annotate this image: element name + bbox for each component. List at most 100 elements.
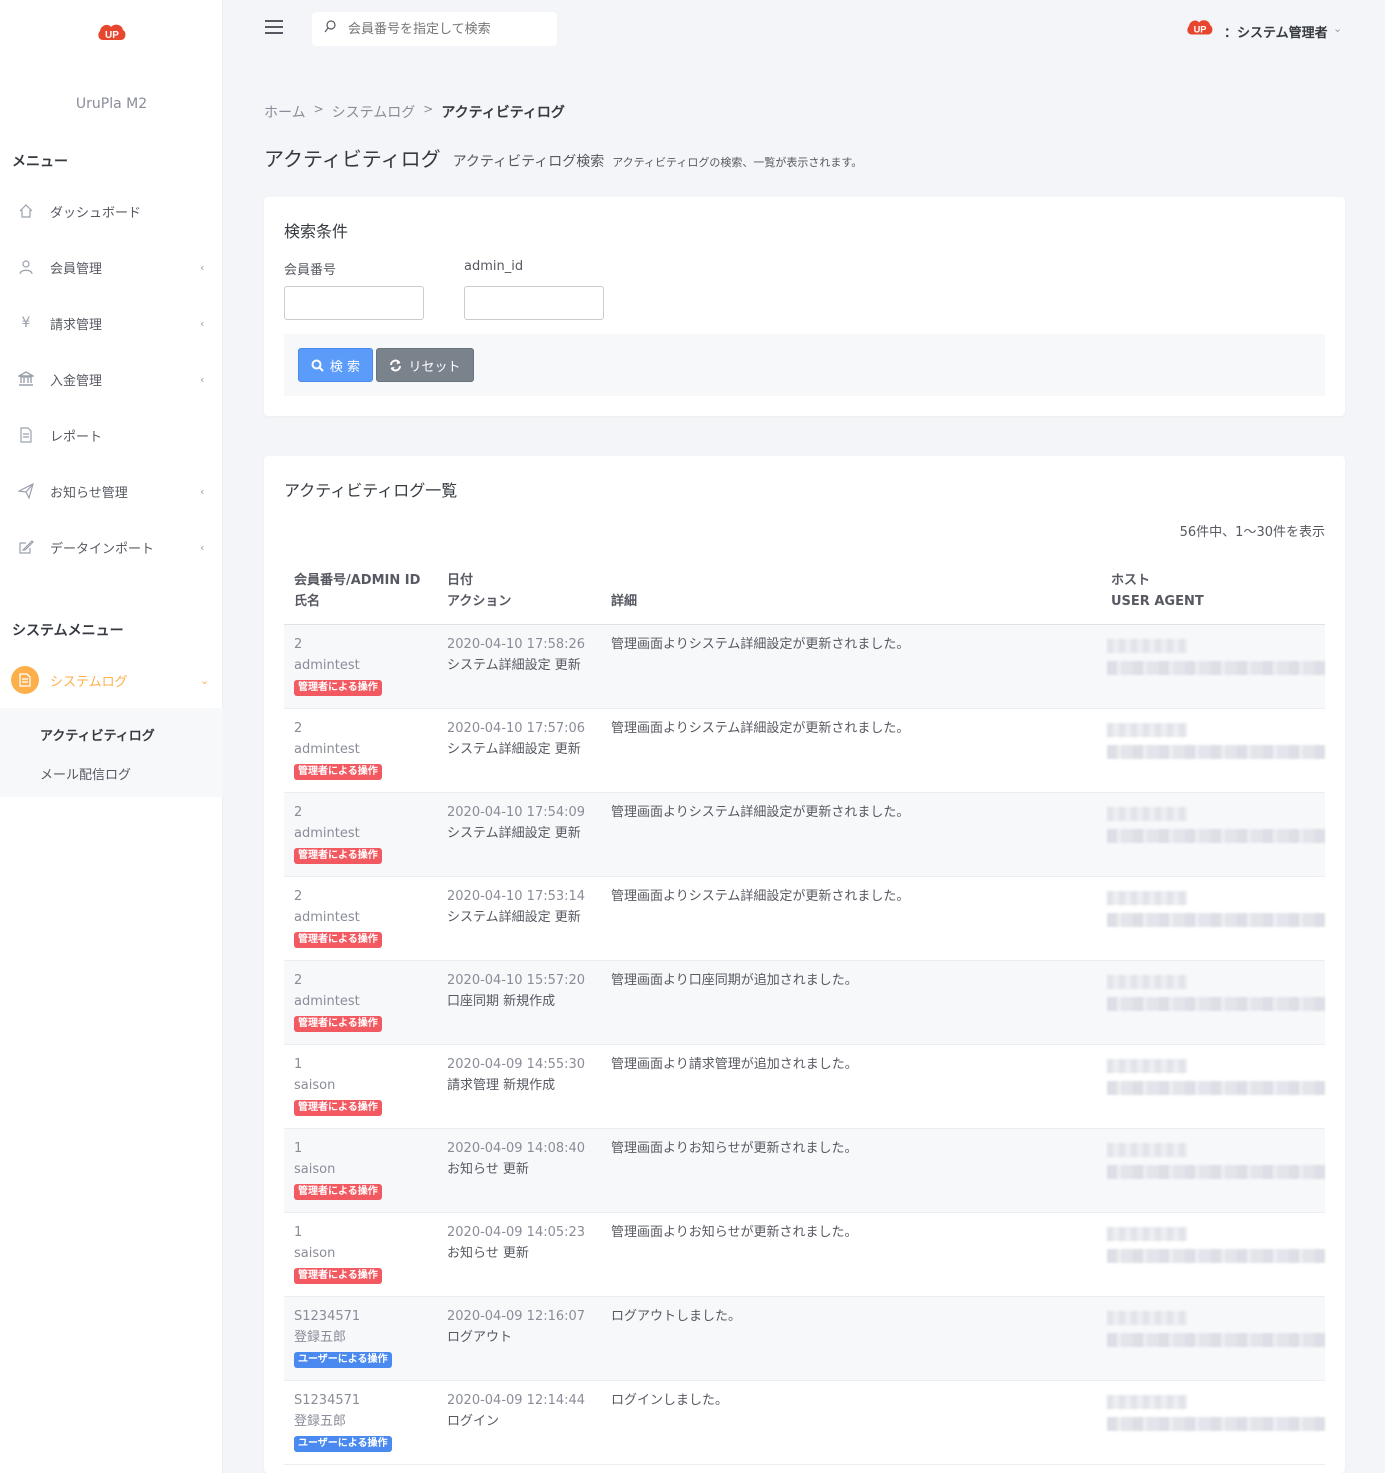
- member-name: saison: [294, 1162, 336, 1177]
- breadcrumb: ホーム > システムログ > アクティビティログ: [264, 102, 565, 122]
- date-action-cell: 2020-04-10 17:54:09 システム詳細設定 更新: [447, 802, 585, 844]
- activity-log-card: アクティビティログ一覧 56件中、1〜30件を表示 会員番号/ADMIN ID …: [264, 456, 1345, 1473]
- table-row[interactable]: 1 saison 管理者による操作 2020-04-09 14:55:30 請求管理 新…: [284, 1045, 1325, 1129]
- sidebar-item-payments[interactable]: 入金管理 ‹: [0, 359, 223, 399]
- breadcrumb-separator: >: [423, 102, 434, 116]
- file-icon: [11, 666, 39, 694]
- sidebar-item-members[interactable]: 会員管理 ‹: [0, 247, 223, 287]
- detail-cell: 管理画面よりお知らせが更新されました。: [611, 1225, 858, 1240]
- member-name: saison: [294, 1246, 336, 1261]
- sidebar-item-data-import[interactable]: データインポート ‹: [0, 527, 223, 567]
- member-id: 1: [294, 1225, 303, 1240]
- host-user-agent-redacted: [1107, 631, 1325, 703]
- paper-plane-icon: [17, 482, 35, 500]
- chevron-left-icon: ‹: [200, 260, 205, 274]
- operation-badge: 管理者による操作: [294, 1016, 382, 1032]
- date-action-cell: 2020-04-09 14:55:30 請求管理 新規作成: [447, 1054, 585, 1096]
- search-button[interactable]: 検 索: [298, 348, 373, 382]
- breadcrumb-home[interactable]: ホーム: [264, 102, 306, 122]
- member-id: 1: [294, 1057, 303, 1072]
- member-id: 2: [294, 805, 303, 820]
- host-user-agent-redacted: [1107, 799, 1325, 871]
- sidebar-subitem-mail-log[interactable]: メール配信ログ: [40, 764, 131, 783]
- member-id: S1234571: [294, 1393, 361, 1408]
- page-header: アクティビティログ アクティビティログ検索 アクティビティログの検索、一覧が表示…: [264, 143, 862, 172]
- member-number-input[interactable]: [284, 286, 424, 320]
- chevron-down-icon[interactable]: ⌄: [1333, 22, 1342, 35]
- page-title: アクティビティログ: [264, 147, 441, 171]
- list-card-title: アクティビティログ一覧: [284, 481, 458, 500]
- detail-cell: 管理画面よりシステム詳細設定が更新されました。: [611, 721, 910, 736]
- breadcrumb-system-log[interactable]: システムログ: [332, 102, 416, 122]
- member-id-cell: 2 admintest 管理者による操作: [294, 634, 382, 697]
- log-date: 2020-04-10 17:57:06: [447, 721, 586, 736]
- table-row[interactable]: 1 saison 管理者による操作 2020-04-09 14:08:40 お知らせ 更…: [284, 1129, 1325, 1213]
- sidebar-item-system-log[interactable]: システムログ ⌄: [0, 660, 223, 700]
- detail-cell: 管理画面より請求管理が追加されました。: [611, 1057, 858, 1072]
- member-id-cell: 2 admintest 管理者による操作: [294, 886, 382, 949]
- sidebar-subitem-activity-log[interactable]: アクティビティログ: [40, 725, 155, 744]
- log-action: 口座同期 新規作成: [447, 994, 556, 1009]
- member-id: 2: [294, 889, 303, 904]
- user-avatar-logo-icon[interactable]: UP: [1185, 16, 1215, 40]
- search-icon[interactable]: [324, 20, 336, 37]
- hamburger-menu-icon[interactable]: [265, 20, 283, 34]
- log-date: 2020-04-09 14:08:40: [447, 1141, 586, 1156]
- sidebar-item-label: データインポート: [50, 541, 155, 557]
- sidebar-item-label: システムログ: [50, 674, 128, 690]
- operation-badge: 管理者による操作: [294, 680, 382, 696]
- date-action-cell: 2020-04-10 15:57:20 口座同期 新規作成: [447, 970, 585, 1012]
- detail-cell: 管理画面よりシステム詳細設定が更新されました。: [611, 805, 910, 820]
- member-id-cell: 1 saison 管理者による操作: [294, 1222, 382, 1285]
- operation-badge: 管理者による操作: [294, 1268, 382, 1284]
- member-name: admintest: [294, 658, 360, 673]
- chevron-left-icon: ‹: [200, 316, 205, 330]
- sidebar-item-notices[interactable]: お知らせ管理 ‹: [0, 471, 223, 511]
- operation-badge: ユーザーによる操作: [294, 1436, 392, 1452]
- table-row[interactable]: 2 admintest 管理者による操作 2020-04-10 17:58:26 システ…: [284, 625, 1325, 709]
- log-action: お知らせ 更新: [447, 1246, 529, 1261]
- member-name: 登録五郎: [294, 1414, 347, 1429]
- search-card: 検索条件 会員番号 admin_id 検 索 リセット: [264, 197, 1345, 416]
- sidebar-item-label: レポート: [50, 429, 103, 445]
- member-name: admintest: [294, 742, 360, 757]
- header-search: [312, 12, 557, 46]
- sidebar-item-label: 請求管理: [50, 317, 103, 333]
- host-user-agent-redacted: [1107, 967, 1325, 1039]
- search-input[interactable]: [348, 18, 548, 40]
- reset-button-label: リセット: [408, 359, 461, 375]
- reset-button[interactable]: リセット: [376, 348, 474, 382]
- table-row[interactable]: 1 saison 管理者による操作 2020-04-09 14:05:23 お知らせ 更…: [284, 1213, 1325, 1297]
- member-id-cell: 1 saison 管理者による操作: [294, 1054, 382, 1117]
- document-icon: [17, 426, 35, 444]
- sidebar-item-billing[interactable]: ¥ 請求管理 ‹: [0, 303, 223, 343]
- edit-icon: [17, 538, 35, 556]
- table-row[interactable]: S1234571 登録五郎ユーザーによる操作 2020-04-09 12:14:44…: [284, 1381, 1325, 1465]
- admin-id-input[interactable]: [464, 286, 604, 320]
- date-action-cell: 2020-04-10 17:58:26 システム詳細設定 更新: [447, 634, 585, 676]
- detail-cell: 管理画面より口座同期が追加されました。: [611, 973, 858, 988]
- table-row[interactable]: 2 admintest 管理者による操作 2020-04-10 15:57:20 口座同…: [284, 961, 1325, 1045]
- table-row[interactable]: S1234571 登録五郎 ユーザーによる操作 2020-04-09 12:16:07…: [284, 1297, 1325, 1381]
- log-action: システム詳細設定 更新: [447, 742, 581, 757]
- chevron-left-icon: ‹: [200, 484, 205, 498]
- app-logo-icon[interactable]: UP: [96, 20, 128, 46]
- log-action: システム詳細設定 更新: [447, 910, 581, 925]
- table-row[interactable]: 2 admintest 管理者による操作 2020-04-10 17:57:06 システ…: [284, 709, 1325, 793]
- table-row[interactable]: 2 admintest 管理者による操作 2020-04-10 17:54:09 システ…: [284, 793, 1325, 877]
- member-id-cell: S1234571 登録五郎 ユーザーによる操作: [294, 1306, 392, 1369]
- log-action: システム詳細設定 更新: [447, 658, 581, 673]
- search-button-label: 検 索: [329, 359, 361, 375]
- member-id: 2: [294, 721, 303, 736]
- user-icon: [17, 258, 35, 276]
- log-date: 2020-04-09 12:16:07: [447, 1309, 586, 1324]
- date-action-cell: 2020-04-09 12:14:44 ログイン: [447, 1390, 585, 1432]
- detail-cell: ログアウトしました。: [611, 1309, 742, 1324]
- host-user-agent-redacted: [1107, 883, 1325, 955]
- sidebar-item-label: 会員管理: [50, 261, 103, 277]
- sidebar-item-dashboard[interactable]: ダッシュボード: [0, 191, 223, 231]
- sidebar-item-report[interactable]: レポート: [0, 415, 223, 455]
- table-row[interactable]: 2 admintest 管理者による操作 2020-04-10 17:53:14 システ…: [284, 877, 1325, 961]
- user-menu[interactable]: ：システム管理者: [1224, 22, 1328, 41]
- host-user-agent-redacted: [1107, 1303, 1325, 1375]
